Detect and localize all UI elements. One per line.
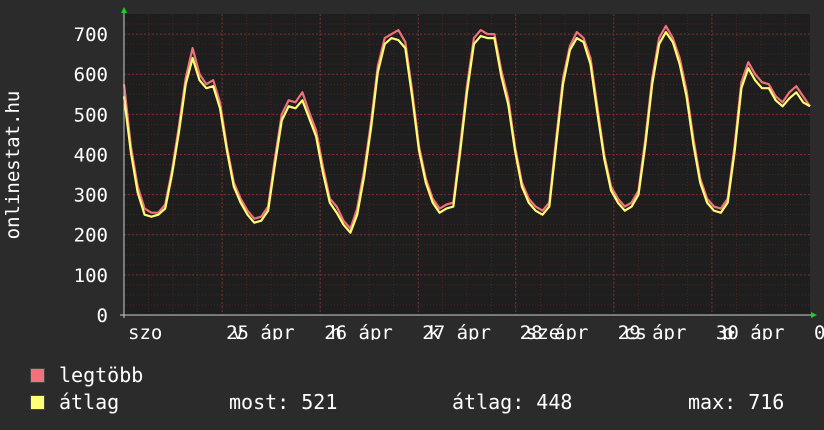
stat-most-label: most: — [229, 390, 290, 414]
x-tick-label: sze — [526, 322, 560, 340]
x-axis-arrow-icon — [811, 312, 817, 318]
y-tick-label: 500 — [74, 104, 108, 126]
stat-atlag: átlag: 448 — [452, 389, 572, 416]
legend-row-atlag: átlag most: 521 átlag: 448 max: 716 — [30, 389, 820, 416]
y-tick-label: 600 — [74, 64, 108, 86]
x-tick-label: h — [330, 322, 341, 340]
traffic-chart: 0100200300400500600700szo 25 áprv 26 áprh 2… — [2, 7, 824, 340]
legtobb-swatch-icon — [30, 368, 45, 383]
x-tick-label: szo — [128, 322, 162, 340]
legend-label-legtobb: legtöbb — [59, 363, 144, 387]
y-tick-label: 0 — [97, 305, 108, 327]
x-tick-label: cs — [624, 322, 647, 340]
y-tick-label: 300 — [74, 185, 108, 207]
stat-max-label: max: — [688, 390, 737, 414]
y-tick-label: 700 — [74, 24, 108, 46]
y-axis-arrow-icon — [121, 7, 127, 13]
stat-max-value: 716 — [748, 390, 785, 414]
y-tick-label: 100 — [74, 265, 108, 287]
stat-max: max: 716 — [688, 389, 784, 416]
stat-atlag-label: átlag: — [452, 390, 525, 414]
y-tick-label: 200 — [74, 225, 108, 247]
legend: legtöbb átlag most: 521 átlag: 448 max: … — [30, 362, 820, 416]
legend-row-legtobb: legtöbb — [30, 362, 820, 389]
stat-most: most: 521 — [229, 389, 337, 416]
y-tick-label: 400 — [74, 144, 108, 166]
x-tick-label: p — [722, 322, 733, 340]
stat-most-value: 521 — [301, 390, 338, 414]
x-tick-label: v — [232, 322, 243, 340]
atlag-swatch-icon — [30, 395, 45, 410]
x-tick-label: 01 máj — [814, 322, 824, 340]
site-label: onlinestat.hu — [2, 91, 24, 240]
stat-atlag-value: 448 — [536, 390, 573, 414]
x-tick-label: k — [428, 322, 440, 340]
legend-label-atlag: átlag — [59, 390, 120, 414]
